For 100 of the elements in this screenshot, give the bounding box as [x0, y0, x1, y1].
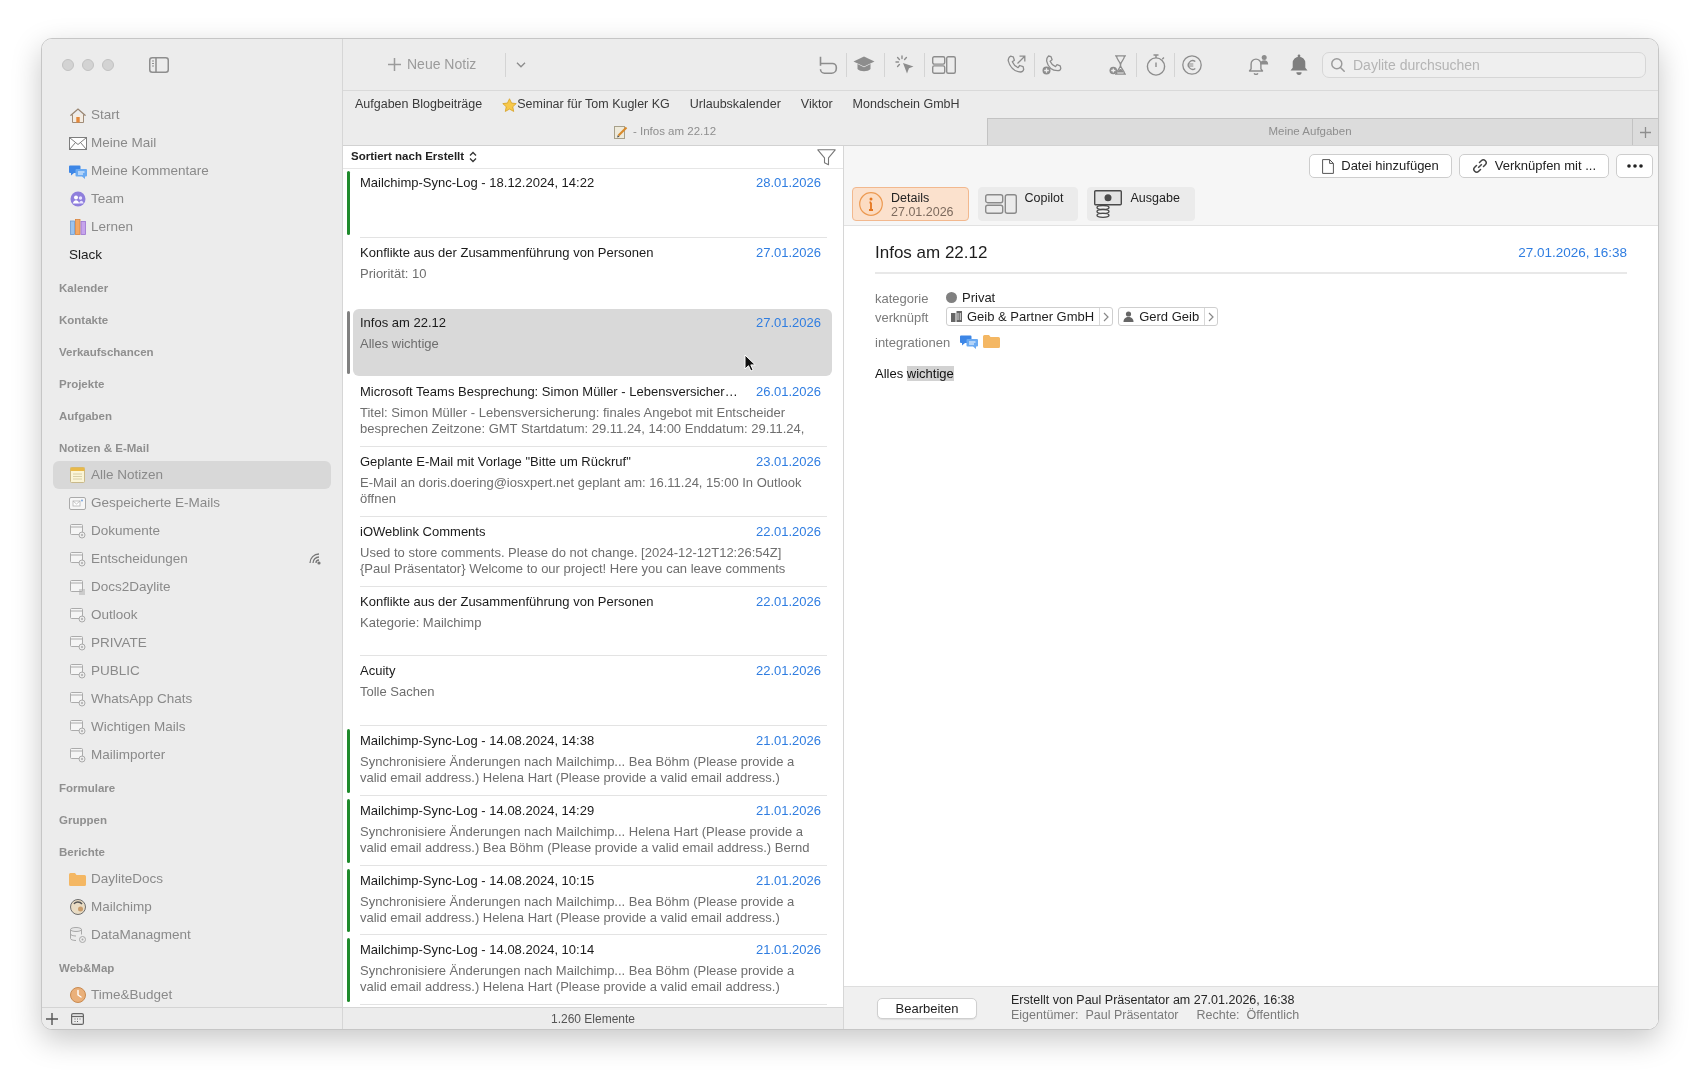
panel-tab[interactable]: Ausgabe	[1087, 187, 1195, 221]
field-label: kategorie	[875, 290, 929, 306]
note-title: Mailchimp-Sync-Log - 14.08.2024, 14:29	[360, 802, 595, 819]
note-title: Mailchimp-Sync-Log - 18.12.2024, 14:22	[360, 175, 595, 191]
section-header: Berichte	[59, 845, 106, 861]
sort-dropdown[interactable]: Sortiert nach Erstellt	[351, 148, 478, 166]
panel-tab[interactable]: Copilot	[977, 187, 1079, 221]
chevron-right-icon	[1103, 311, 1110, 322]
panel-tab[interactable]: Details 27.01.2026	[852, 187, 969, 221]
stopwatch-icon[interactable]	[1146, 53, 1166, 76]
bracket-box-icon[interactable]	[818, 55, 838, 74]
action-button[interactable]: Datei hinzufügen	[1309, 154, 1452, 178]
euro-icon[interactable]	[1182, 54, 1202, 75]
note-date: 21.01.2026	[754, 733, 821, 749]
favorite-link[interactable]: Urlaubskalender	[689, 95, 781, 114]
window-gear-icon	[69, 607, 86, 623]
note-body: Alles wichtige	[875, 366, 954, 382]
window-list-icon	[70, 579, 85, 595]
chat-bubbles-icon	[68, 163, 87, 179]
window-gear-icon	[69, 551, 86, 567]
note-title: Konflikte aus der Zusammenführung von Personen	[360, 593, 654, 610]
note-title: Acuity	[360, 663, 396, 680]
window-gear-icon	[69, 635, 86, 651]
note-title: Mailchimp-Sync-Log - 14.08.2024, 10:15	[360, 872, 595, 889]
note-date: 27.01.2026	[754, 314, 821, 331]
mail-card-icon	[69, 496, 86, 510]
link-chip[interactable]: Geib & Partner GmbH	[946, 307, 1114, 326]
field-label: integrationen	[875, 334, 951, 350]
broadcast-icon	[309, 553, 321, 565]
new-tab-button[interactable]	[1632, 118, 1658, 145]
bell-icon[interactable]	[1289, 54, 1309, 75]
chevron-down-icon[interactable]	[516, 61, 526, 68]
layout-icon[interactable]	[932, 55, 956, 74]
window-control-icon[interactable]	[82, 59, 94, 71]
note-preview: Synchronisiere Änderungen nach Mailchimp... Bea Böhm (Please provide a valid email address.) Helena Hart (Please provide a valid email address.)	[360, 963, 795, 996]
note-item[interactable]: Mailchimp-Sync-Log - 14.08.2024, 10:15 21.01.2026 Synchronisiere Änderungen nach Mailchimp... Bea Böhm (Please provide a valid email address.) Helena Hart (Please provide a valid email address.)	[353, 866, 832, 935]
round-logo-icon	[69, 899, 86, 915]
folder-icon[interactable]	[983, 335, 1001, 348]
plus-icon[interactable]	[46, 1012, 58, 1025]
plus-icon	[388, 58, 401, 71]
favorite-link[interactable]: Seminar für Tom Kugler KG	[502, 95, 670, 114]
note-title: Microsoft Teams Besprechung: Simon Müller - Lebensversicher…	[360, 384, 738, 401]
section-header: Kontakte	[59, 313, 109, 329]
note-title: iOWeblink Comments	[360, 523, 486, 540]
envelope-icon	[68, 136, 87, 150]
note-date: 26.01.2026	[754, 384, 821, 401]
note-item[interactable]: Mailchimp-Sync-Log - 18.12.2024, 14:22 28.01.2026	[353, 169, 832, 237]
note-item[interactable]: iOWeblink Comments 22.01.2026 Used to store comments. Please do not change. [2024-12-12T12:26:54Z] {Paul Präsentator} Welcome to our project! Here you can leave comments	[353, 517, 832, 586]
graduation-cap-icon[interactable]	[853, 56, 875, 73]
window-gear-icon	[69, 523, 86, 539]
window-gear-icon	[69, 747, 86, 763]
edit-button[interactable]: Bearbeiten	[877, 997, 977, 1019]
note-preview: Kategorie: Mailchimp	[360, 614, 482, 631]
mouse-pointer-icon	[744, 354, 756, 372]
note-item[interactable]: Geplante E-Mail mit Vorlage "Bitte um Rückruf" 23.01.2026 E-Mail an doris.doering@iosxpert.net geplant am: 16.11.24, 15:00 In Outlook öffnen	[353, 448, 832, 516]
chat-bubbles-icon[interactable]	[960, 334, 979, 349]
rights-value: Öffentlich	[1246, 1008, 1300, 1023]
action-button[interactable]: Verknüpfen mit ...	[1458, 154, 1609, 178]
note-item[interactable]: Konflikte aus der Zusammenführung von Personen 22.01.2026 Kategorie: Mailchimp	[353, 587, 832, 656]
note-preview: Synchronisiere Änderungen nach Mailchimp... Helena Hart (Please provide a valid email address.) Bea Böhm (Please provide a valid email address.) Bernd	[360, 823, 810, 856]
banknote-coins-icon	[1094, 190, 1123, 218]
note-title: Mailchimp-Sync-Log - 14.08.2024, 10:14	[360, 942, 595, 959]
note-item[interactable]: Mailchimp-Sync-Log - 14.08.2024, 14:29 21.01.2026 Synchronisiere Änderungen nach Mailchimp... Helena Hart (Please provide a valid email address.) Bea Böhm (Please provide a valid email address.) Bernd	[353, 796, 832, 865]
rights-label: Rechte:	[1196, 1008, 1240, 1023]
note-item[interactable]: Mailchimp-Sync-Log - 14.08.2024, 10:14 21.01.2026 Synchronisiere Änderungen nach Mailchimp... Bea Böhm (Please provide a valid email address.) Helena Hart (Please provide a valid email address.)	[353, 936, 832, 1004]
layout-icon	[984, 194, 1017, 214]
note-item[interactable]: Mailchimp-Sync-Log - 14.08.2024, 14:38 21.01.2026 Synchronisiere Änderungen nach Mailchimp... Bea Böhm (Please provide a valid email address.) Helena Hart (Please provide a valid email address.)	[353, 727, 832, 795]
favorite-link[interactable]: Mondschein GmbH	[852, 95, 960, 114]
sidebar-item[interactable]: Slack	[53, 241, 331, 269]
filter-icon[interactable]	[817, 148, 836, 166]
building-icon	[951, 311, 962, 322]
sidebar-icon[interactable]	[149, 57, 169, 73]
hourglass-add-icon[interactable]	[1109, 54, 1127, 75]
note-item[interactable]: Acuity 22.01.2026 Tolle Sachen	[353, 657, 832, 725]
phone-add-icon[interactable]	[1042, 54, 1062, 75]
bell-person-icon[interactable]	[1247, 54, 1269, 75]
window-control-icon[interactable]	[102, 59, 114, 71]
more-button[interactable]	[1616, 154, 1653, 178]
note-date: 21.01.2026	[754, 872, 821, 889]
favorite-link[interactable]: Aufgaben Blogbeiträge	[355, 95, 483, 114]
note-item[interactable]: Konflikte aus der Zusammenführung von Personen 27.01.2026 Priorität: 10	[353, 238, 832, 307]
cursor-click-icon[interactable]	[894, 55, 914, 74]
search-field[interactable]: Daylite durchsuchen	[1322, 51, 1646, 78]
section-header: Web&Map	[59, 961, 115, 977]
chevron-right-icon	[1208, 311, 1215, 322]
note-item[interactable]: Infos am 22.12 27.01.2026 Alles wichtige	[353, 308, 832, 377]
notepad-pencil-icon	[613, 124, 628, 139]
favorite-link[interactable]: Viktor	[800, 95, 833, 114]
window-control-icon[interactable]	[62, 59, 74, 71]
note-title: Mailchimp-Sync-Log - 14.08.2024, 14:38	[360, 733, 595, 749]
search-icon	[1331, 57, 1345, 72]
house-icon	[69, 107, 86, 123]
note-date: 22.01.2026	[754, 523, 821, 540]
calendar-icon[interactable]	[71, 1012, 84, 1025]
notepad-icon	[70, 467, 85, 483]
section-header: Kalender	[59, 281, 109, 297]
note-preview: Synchronisiere Änderungen nach Mailchimp... Bea Böhm (Please provide a valid email address.) Helena Hart (Please provide a valid email address.)	[360, 754, 795, 786]
link-chip[interactable]: Gerd Geib	[1118, 307, 1219, 326]
phone-outgoing-icon[interactable]	[1006, 54, 1026, 75]
section-header: Notizen & E-Mail	[59, 441, 150, 457]
